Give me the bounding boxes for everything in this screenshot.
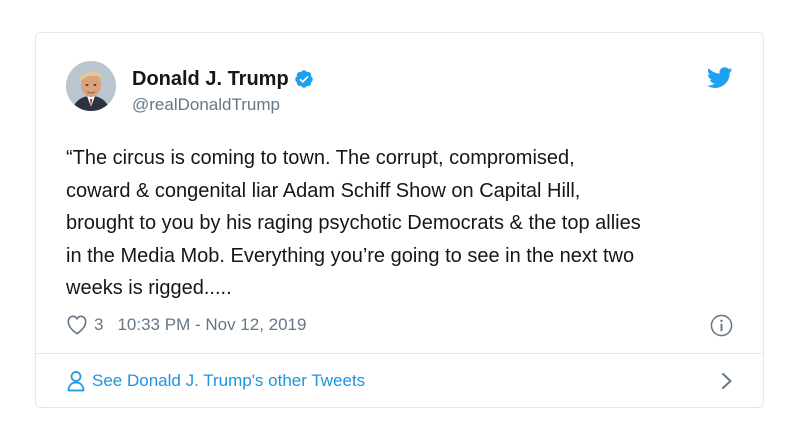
chevron-right-icon[interactable] xyxy=(721,372,733,390)
heart-icon[interactable] xyxy=(66,315,88,335)
person-icon xyxy=(67,371,85,392)
tweet-card: Donald J. Trump @realDonaldTrump “The ci… xyxy=(35,32,764,408)
tweet-text: “The circus is coming to town. The corru… xyxy=(66,147,641,299)
verified-badge-icon xyxy=(294,70,313,88)
info-icon[interactable] xyxy=(710,314,733,337)
other-tweets-label[interactable]: See Donald J. Trump's other Tweets xyxy=(92,371,365,391)
tweet-meta: 3 10:33 PM - Nov 12, 2019 xyxy=(66,313,306,337)
twitter-bird-icon[interactable] xyxy=(707,67,733,89)
avatar[interactable] xyxy=(66,61,116,111)
tweet-timestamp[interactable]: 10:33 PM - Nov 12, 2019 xyxy=(117,315,306,335)
author-name[interactable]: Donald J. Trump xyxy=(132,68,289,91)
author-handle[interactable]: @realDonaldTrump xyxy=(132,95,280,115)
other-tweets-link[interactable]: See Donald J. Trump's other Tweets xyxy=(66,354,733,408)
author-row: Donald J. Trump xyxy=(132,66,314,92)
like-count[interactable]: 3 xyxy=(94,315,103,335)
